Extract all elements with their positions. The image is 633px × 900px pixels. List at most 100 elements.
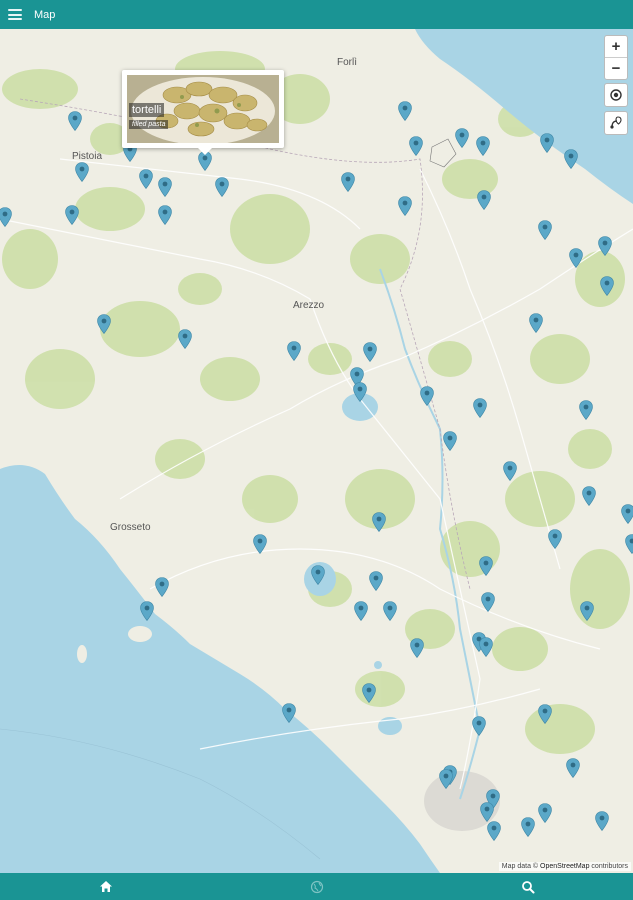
route-button[interactable] <box>604 111 628 135</box>
map-marker[interactable] <box>579 400 593 420</box>
map-marker[interactable] <box>580 601 594 621</box>
map-marker[interactable] <box>0 207 12 227</box>
map-pin-icon <box>598 236 612 256</box>
osm-link[interactable]: OpenStreetMap <box>540 863 589 870</box>
map-marker[interactable] <box>65 205 79 225</box>
map-marker[interactable] <box>158 205 172 225</box>
map-marker[interactable] <box>398 196 412 216</box>
map-marker[interactable] <box>473 398 487 418</box>
map-marker[interactable] <box>538 803 552 823</box>
map-marker[interactable] <box>363 342 377 362</box>
map-marker[interactable] <box>362 683 376 703</box>
map-pin-icon <box>354 601 368 621</box>
map-marker[interactable] <box>455 128 469 148</box>
map-pin-icon <box>362 683 376 703</box>
map-pin-icon <box>481 592 495 612</box>
map-marker[interactable] <box>354 601 368 621</box>
map-marker[interactable] <box>538 704 552 724</box>
map-marker[interactable] <box>369 571 383 591</box>
map-marker[interactable] <box>311 565 325 585</box>
popup-tip <box>198 148 212 155</box>
map-pin-icon <box>564 149 578 169</box>
map-marker[interactable] <box>282 703 296 723</box>
map-pin-icon <box>538 704 552 724</box>
zoom-out-button[interactable]: − <box>605 57 627 79</box>
map-marker[interactable] <box>410 638 424 658</box>
globe-icon <box>310 880 323 893</box>
map-marker[interactable] <box>372 512 386 532</box>
map-marker[interactable] <box>341 172 355 192</box>
map-marker[interactable] <box>409 136 423 156</box>
zoom-in-button[interactable]: + <box>605 36 627 57</box>
map-marker[interactable] <box>383 601 397 621</box>
map-marker[interactable] <box>480 802 494 822</box>
map-marker[interactable] <box>75 162 89 182</box>
map-pin-icon <box>538 220 552 240</box>
map-marker[interactable] <box>621 504 633 524</box>
map-marker[interactable] <box>569 248 583 268</box>
map-marker[interactable] <box>420 386 434 406</box>
map-marker[interactable] <box>287 341 301 361</box>
map-pin-icon <box>625 534 633 554</box>
tab-home[interactable] <box>0 873 211 900</box>
map-marker[interactable] <box>487 821 501 841</box>
map-marker[interactable] <box>595 811 609 831</box>
map-pin-icon <box>282 703 296 723</box>
map-pin-icon <box>487 821 501 841</box>
map-marker[interactable] <box>68 111 82 131</box>
map-marker[interactable] <box>472 716 486 736</box>
app-bar: Map <box>0 0 633 29</box>
map-pin-icon <box>215 177 229 197</box>
home-icon <box>99 881 112 892</box>
map-marker[interactable] <box>477 190 491 210</box>
map-marker[interactable] <box>155 577 169 597</box>
map-marker[interactable] <box>158 177 172 197</box>
map-marker[interactable] <box>503 461 517 481</box>
map-pin-icon <box>540 133 554 153</box>
map-marker[interactable] <box>548 529 562 549</box>
map-marker[interactable] <box>479 637 493 657</box>
city-label: Pistoia <box>72 151 103 162</box>
place-popup[interactable]: tortelli filled pasta <box>122 70 284 155</box>
map-marker[interactable] <box>253 534 267 554</box>
map-marker[interactable] <box>178 329 192 349</box>
map-marker[interactable] <box>521 817 535 837</box>
map-marker[interactable] <box>582 486 596 506</box>
map-pin-icon <box>398 101 412 121</box>
tab-globe[interactable] <box>211 873 422 900</box>
map-marker[interactable] <box>398 101 412 121</box>
map-pin-icon <box>0 207 12 227</box>
map-marker[interactable] <box>600 276 614 296</box>
map-marker[interactable] <box>540 133 554 153</box>
map-view[interactable]: Forlì Pistoia Arezzo Grosseto tortelli f… <box>0 29 633 873</box>
map-pin-icon <box>455 128 469 148</box>
map-marker[interactable] <box>439 769 453 789</box>
map-pin-icon <box>480 802 494 822</box>
map-marker[interactable] <box>625 534 633 554</box>
map-marker[interactable] <box>353 382 367 402</box>
map-pin-icon <box>479 556 493 576</box>
map-marker[interactable] <box>598 236 612 256</box>
map-pin-icon <box>383 601 397 621</box>
map-marker[interactable] <box>140 601 154 621</box>
map-marker[interactable] <box>476 136 490 156</box>
map-marker[interactable] <box>566 758 580 778</box>
locate-button[interactable] <box>604 83 628 107</box>
map-pin-icon <box>569 248 583 268</box>
map-marker[interactable] <box>481 592 495 612</box>
map-attribution: Map data © OpenStreetMap contributors <box>498 862 631 871</box>
map-marker[interactable] <box>479 556 493 576</box>
map-marker[interactable] <box>139 169 153 189</box>
map-marker[interactable] <box>538 220 552 240</box>
map-pin-icon <box>420 386 434 406</box>
tab-search[interactable] <box>422 873 633 900</box>
map-marker[interactable] <box>215 177 229 197</box>
map-marker[interactable] <box>443 431 457 451</box>
map-marker[interactable] <box>529 313 543 333</box>
popup-title: tortelli <box>129 103 165 117</box>
map-marker[interactable] <box>97 314 111 334</box>
map-pin-icon <box>443 431 457 451</box>
hamburger-menu-icon[interactable] <box>8 9 22 20</box>
map-pin-icon <box>253 534 267 554</box>
map-marker[interactable] <box>564 149 578 169</box>
